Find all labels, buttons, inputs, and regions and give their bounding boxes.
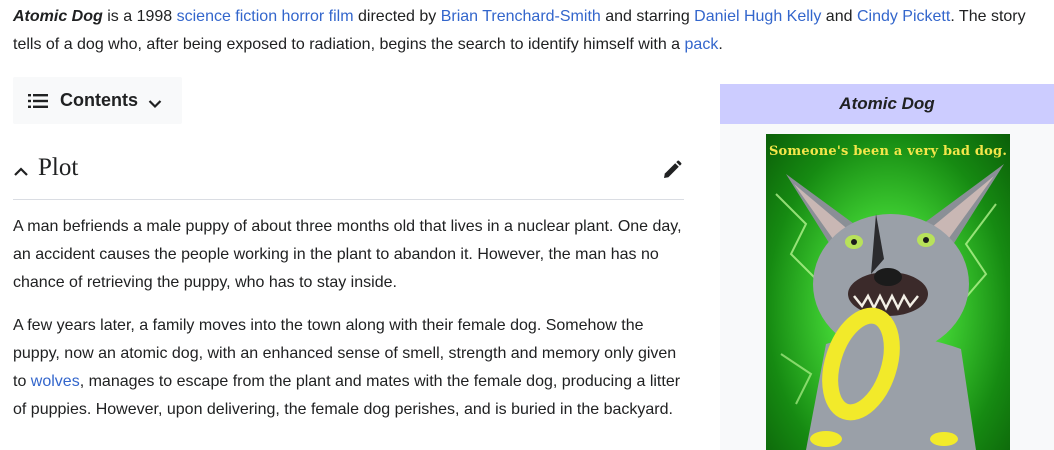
infobox-title: Atomic Dog	[720, 84, 1054, 124]
link-pack[interactable]: pack	[685, 36, 719, 53]
plot-paragraph-1: A man befriends a male puppy of about th…	[13, 218, 682, 291]
link-director[interactable]: Brian Trenchard-Smith	[441, 8, 601, 25]
plot-text: , manages to escape from the plant and m…	[13, 373, 681, 418]
link-actor-daniel-hugh-kelly[interactable]: Daniel Hugh Kelly	[694, 8, 821, 25]
lead-text: is a 1998	[102, 8, 177, 25]
link-wolves[interactable]: wolves	[31, 373, 80, 390]
film-poster-image[interactable]: Someone's been a very bad dog.	[766, 134, 1010, 450]
section-heading-plot: Plot	[13, 150, 684, 200]
lead-text: .	[718, 36, 723, 53]
lead-text: and	[821, 8, 857, 25]
contents-label: Contents	[60, 90, 138, 110]
link-science-fiction-horror-film[interactable]: science fiction horror film	[177, 8, 354, 25]
infobox: Atomic Dog Someone's been a very bad dog…	[720, 84, 1054, 450]
plot-paragraph-2: A few years later, a family moves into t…	[13, 312, 685, 424]
pencil-icon[interactable]	[662, 160, 682, 180]
link-actor-cindy-pickett[interactable]: Cindy Pickett	[857, 8, 950, 25]
section-title[interactable]: Plot	[38, 154, 78, 182]
lead-text: directed by	[353, 8, 441, 25]
article-title-bold: Atomic Dog	[13, 8, 103, 25]
lead-text: and starring	[600, 8, 695, 25]
poster-illustration	[775, 164, 1004, 450]
lead-paragraph: Atomic Dog is a 1998 science fiction hor…	[13, 3, 1054, 59]
list-icon	[28, 93, 48, 109]
contents-toggle[interactable]: Contents	[13, 77, 182, 124]
poster-tagline: Someone's been a very bad dog.	[768, 144, 1008, 159]
chevron-up-icon[interactable]	[13, 165, 29, 177]
chevron-down-icon	[148, 96, 162, 108]
